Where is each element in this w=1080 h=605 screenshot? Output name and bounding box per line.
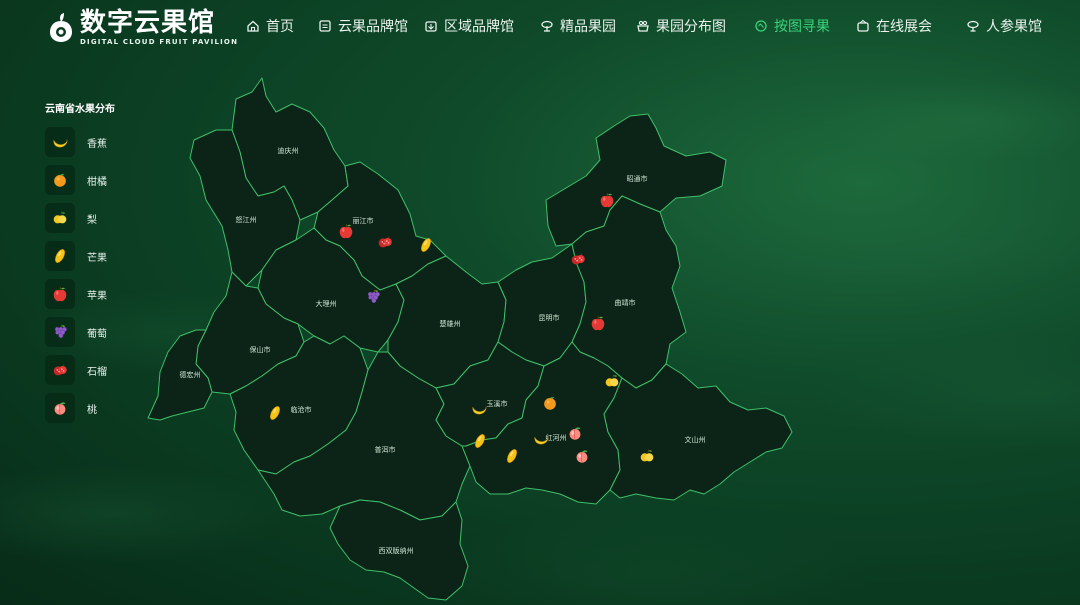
city-label: 德宏州 <box>180 370 201 379</box>
legend-item-grape[interactable]: 葡萄 <box>45 317 115 347</box>
legend-label: 石榴 <box>87 366 107 378</box>
legend-item-pear[interactable]: 梨 <box>45 203 115 233</box>
yunnan-map: 迪庆州怒江州 丽江市昭通市大理州楚雄州昆明市曲靖市保山市德宏州临沧市玉溪市红河州文… <box>147 77 793 601</box>
peach-icon <box>45 393 75 423</box>
city-label: 曲靖市 <box>615 298 636 307</box>
pomegranate-icon <box>45 355 75 385</box>
legend-label: 梨 <box>87 214 97 226</box>
city-label: 保山市 <box>250 345 271 354</box>
city-label: 昆明市 <box>539 313 560 322</box>
city-label: 西双版纳州 <box>379 546 414 555</box>
legend-label: 桃 <box>87 404 97 416</box>
map-regions <box>147 77 793 601</box>
legend-label: 芒果 <box>87 252 107 264</box>
mango-icon <box>45 241 75 271</box>
legend-item-banana[interactable]: 香蕉 <box>45 127 115 157</box>
legend-item-mango[interactable]: 芒果 <box>45 241 115 271</box>
legend-item-peach[interactable]: 桃 <box>45 393 115 423</box>
banana-icon <box>45 127 75 157</box>
city-label: 怒江州 <box>236 215 257 224</box>
legend-label: 葡萄 <box>87 328 107 340</box>
legend-item-pomegranate[interactable]: 石榴 <box>45 355 115 385</box>
fruit-legend: 云南省水果分布 香蕉柑橘梨芒果苹果葡萄石榴桃 <box>45 100 115 431</box>
apple-icon <box>45 279 75 309</box>
orange-icon <box>45 165 75 195</box>
city-label: 大理州 <box>316 299 337 308</box>
legend-label: 苹果 <box>87 290 107 302</box>
city-label: 文山州 <box>685 435 706 444</box>
city-label: 昭通市 <box>627 174 648 183</box>
city-label: 普洱市 <box>375 445 396 454</box>
legend-label: 柑橘 <box>87 176 107 188</box>
pear-icon <box>45 203 75 233</box>
city-label: 丽江市 <box>353 216 374 225</box>
legend-item-orange[interactable]: 柑橘 <box>45 165 115 195</box>
city-label: 玉溪市 <box>487 399 508 408</box>
city-label: 楚雄州 <box>440 319 461 328</box>
city-label: 临沧市 <box>291 405 312 414</box>
legend-title: 云南省水果分布 <box>45 104 115 115</box>
legend-item-apple[interactable]: 苹果 <box>45 279 115 309</box>
city-label: 迪庆州 <box>278 146 299 155</box>
legend-label: 香蕉 <box>87 138 107 150</box>
grape-icon <box>45 317 75 347</box>
